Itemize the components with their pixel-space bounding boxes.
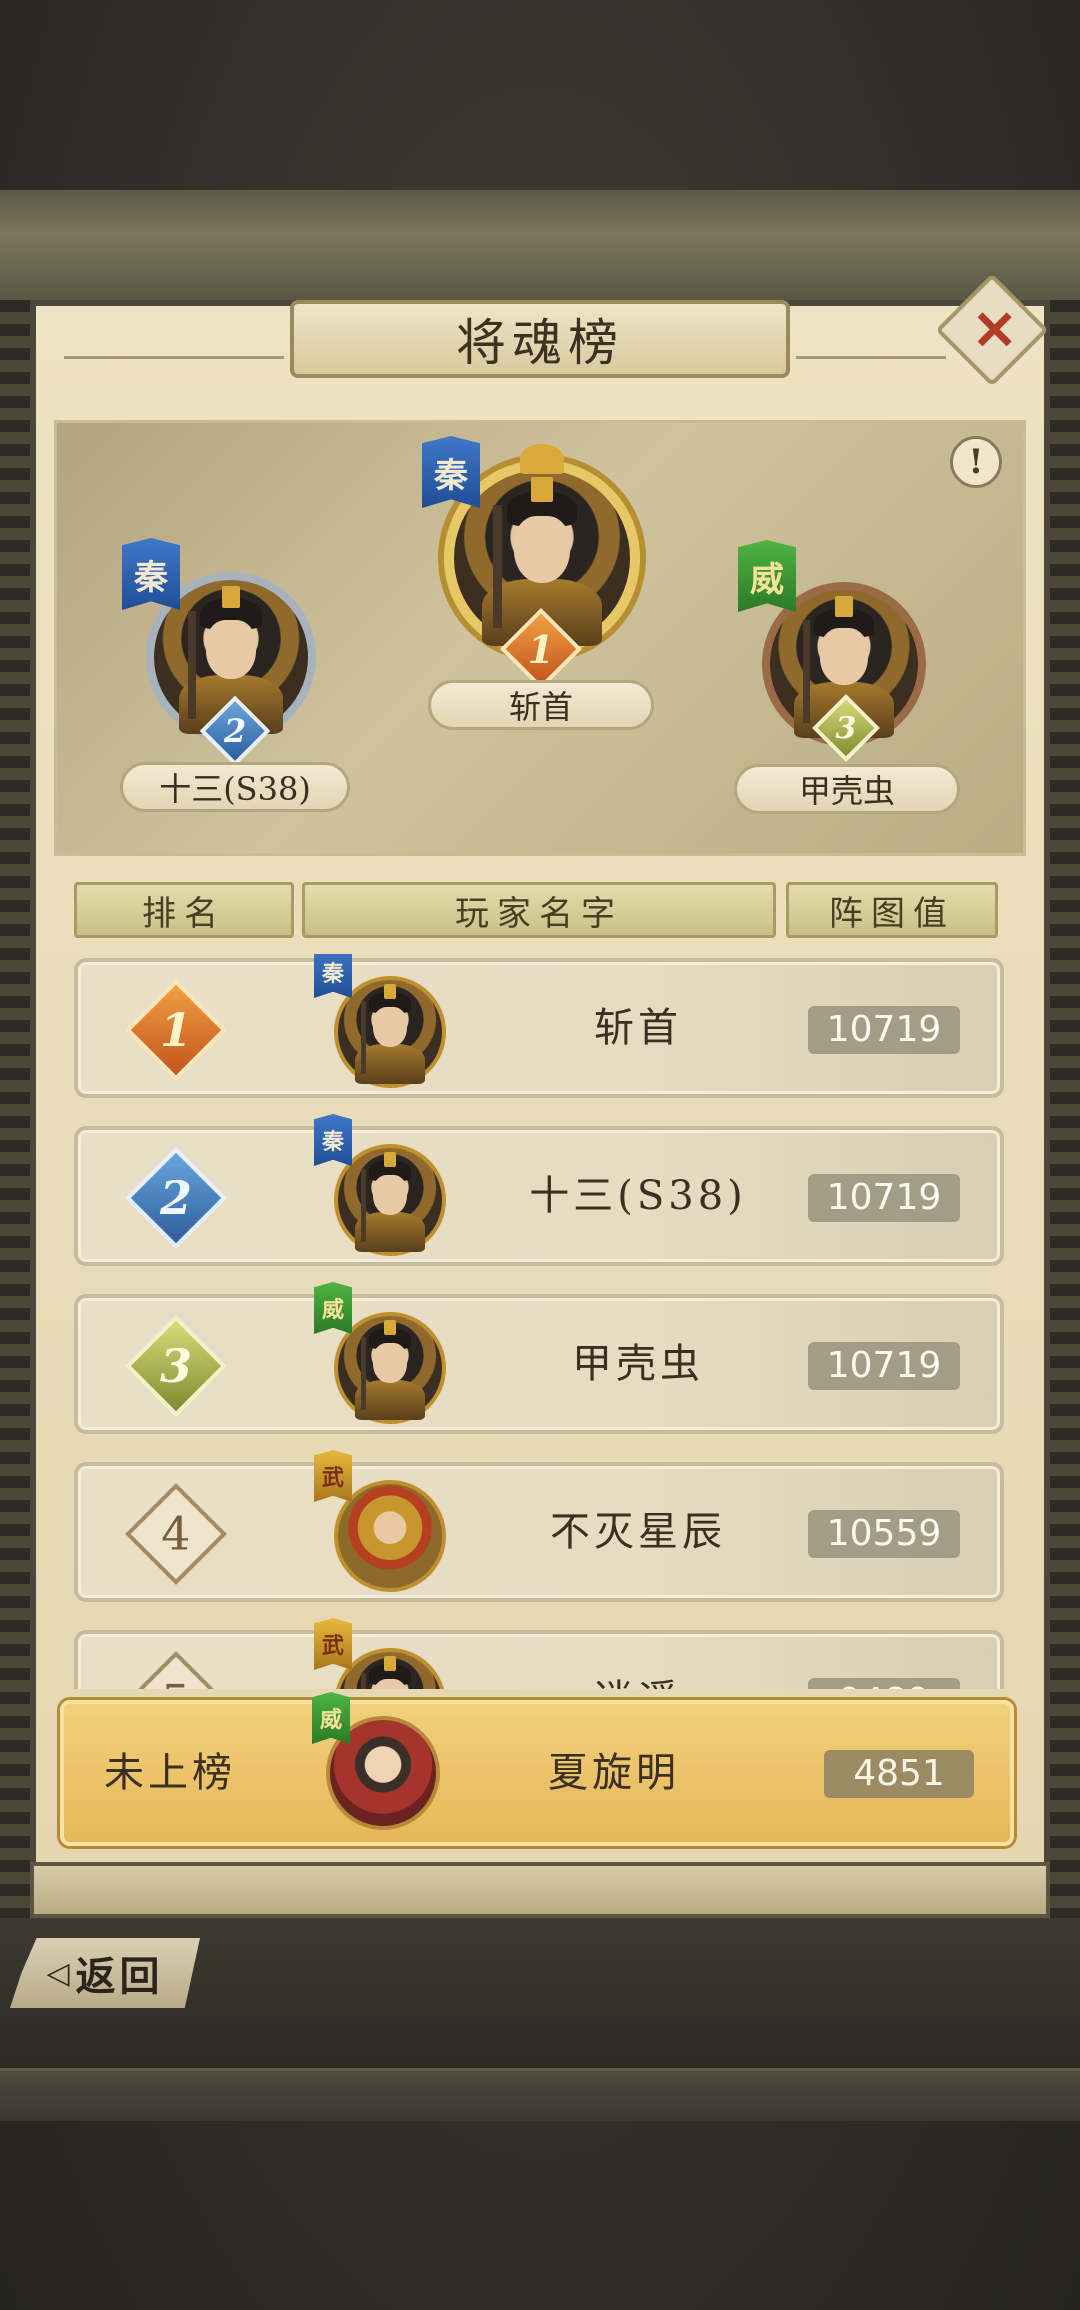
column-header-player-name: 玩家名字 bbox=[302, 882, 776, 938]
frame-left-border bbox=[0, 300, 34, 2100]
my-score: 4851 bbox=[824, 1750, 974, 1798]
player-name: 甲壳虫 bbox=[572, 1341, 704, 1387]
faction-tag: 武 bbox=[314, 1618, 352, 1670]
faction-tag: 武 bbox=[314, 1450, 352, 1502]
player-score: 10719 bbox=[808, 1006, 960, 1054]
panel-bottom-frame bbox=[30, 1862, 1050, 1918]
frame-right-border bbox=[1046, 300, 1080, 2100]
ornament-left bbox=[64, 320, 284, 359]
ranking-row[interactable]: 3 威 甲壳虫 10719 bbox=[74, 1282, 1004, 1434]
title-banner: 将魂榜 bbox=[290, 300, 790, 378]
scroll-top-roller bbox=[0, 190, 1080, 304]
player-name: 斩首 bbox=[594, 1005, 682, 1051]
column-header-rank: 排名 bbox=[74, 882, 294, 938]
podium-name-third: 甲壳虫 bbox=[734, 764, 960, 814]
faction-tag: 秦 bbox=[314, 954, 352, 998]
player-name: 逍遥 bbox=[478, 1634, 798, 1689]
player-score: 10719 bbox=[808, 1174, 960, 1222]
gold-crown-ornament-icon bbox=[520, 444, 564, 474]
back-button[interactable]: ◁ 返回 bbox=[10, 1938, 200, 2008]
rank-badge-4: 4 bbox=[125, 1483, 227, 1585]
podium-faction-tag-second: 秦 bbox=[122, 538, 180, 610]
player-score: 10559 bbox=[808, 1510, 960, 1558]
ranking-row[interactable]: 4 武 不灭星辰 10559 bbox=[74, 1450, 1004, 1602]
faction-tag: 秦 bbox=[314, 1114, 352, 1166]
podium-name-first: 斩首 bbox=[428, 680, 654, 730]
rank-medal-1: 1 bbox=[125, 979, 227, 1081]
info-icon[interactable]: ! bbox=[950, 436, 1002, 488]
podium-faction-tag-first: 秦 bbox=[422, 436, 480, 508]
podium-name-second: 十三(S38) bbox=[120, 762, 350, 812]
ornament-right bbox=[796, 320, 946, 359]
ranking-row[interactable]: 5 武 逍遥 9489 bbox=[74, 1618, 1004, 1689]
player-score: 10719 bbox=[808, 1342, 960, 1390]
player-name: 十三(S38) bbox=[529, 1173, 747, 1219]
podium-faction-tag-third: 威 bbox=[738, 540, 796, 612]
ranking-row[interactable]: 1 秦 斩首 10719 bbox=[74, 954, 1004, 1098]
scroll-bottom-roller bbox=[0, 2068, 1080, 2121]
rank-medal-2: 2 bbox=[125, 1147, 227, 1249]
my-rank-status: 未上榜 bbox=[104, 1750, 236, 1796]
my-faction-tag: 威 bbox=[312, 1692, 350, 1744]
player-score: 9489 bbox=[808, 1678, 960, 1689]
rank-medal-3: 3 bbox=[125, 1315, 227, 1417]
ranking-row[interactable]: 2 秦 十三(S38) 10719 bbox=[74, 1114, 1004, 1266]
player-name: 不灭星辰 bbox=[550, 1509, 726, 1555]
column-header-score: 阵图值 bbox=[786, 882, 998, 938]
back-label: 返回 bbox=[75, 1953, 164, 2000]
back-arrow-icon: ◁ bbox=[46, 1955, 70, 1991]
faction-tag: 威 bbox=[314, 1282, 352, 1334]
close-icon[interactable]: ✕ bbox=[972, 300, 1017, 360]
ranking-list[interactable]: 1 秦 斩首 10719 2 秦 十三(S38) 10719 3 威 甲壳虫 1… bbox=[70, 954, 1010, 1689]
page-title: 将魂榜 bbox=[456, 314, 624, 372]
my-ranking-row[interactable]: 未上榜 威 夏旋明 4851 bbox=[60, 1692, 1014, 1846]
rank-badge-5: 5 bbox=[125, 1651, 227, 1689]
my-player-name: 夏旋明 bbox=[548, 1750, 680, 1796]
